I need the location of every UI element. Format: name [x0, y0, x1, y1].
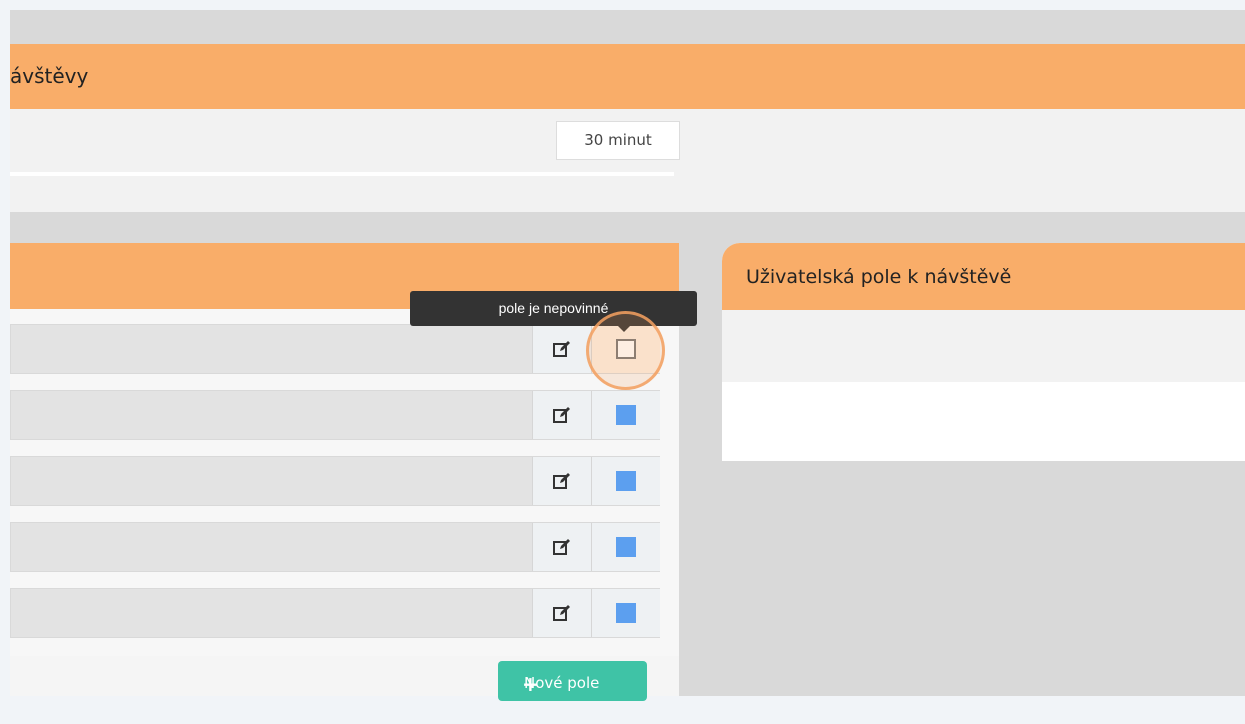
- visit-user-fields-header: Uživatelská pole k návštěvě: [722, 243, 1245, 310]
- visit-duration-field[interactable]: 30 minut: [556, 121, 680, 160]
- checkbox-checked-icon: [616, 471, 636, 491]
- edit-field-button[interactable]: [532, 457, 591, 505]
- edit-field-button[interactable]: [532, 391, 591, 439]
- edit-icon: [553, 407, 570, 423]
- visit-settings-title: ávštěvy: [10, 64, 89, 88]
- edit-field-button[interactable]: [532, 589, 591, 637]
- field-row: [10, 456, 660, 506]
- new-field-button[interactable]: + Nové pole: [498, 661, 647, 701]
- required-toggle[interactable]: [591, 391, 660, 439]
- divider: [10, 172, 674, 176]
- edit-field-button[interactable]: [532, 325, 591, 373]
- visit-user-fields-panel: Uživatelská pole k návštěvě: [722, 243, 1245, 461]
- required-toggle[interactable]: [591, 457, 660, 505]
- required-toggle[interactable]: [591, 589, 660, 637]
- required-toggle[interactable]: [591, 325, 660, 373]
- edit-icon: [553, 473, 570, 489]
- visit-settings-header: ávštěvy: [10, 44, 1245, 109]
- edit-field-button[interactable]: [532, 523, 591, 571]
- tooltip-arrow: [617, 325, 631, 332]
- edit-icon: [553, 605, 570, 621]
- field-row: [10, 324, 660, 374]
- visit-settings-panel: ávštěvy 30 minut: [10, 44, 1245, 212]
- tooltip: pole je nepovinné: [410, 291, 697, 326]
- visit-user-fields-title: Uživatelská pole k návštěvě: [746, 266, 1012, 288]
- required-toggle[interactable]: [591, 523, 660, 571]
- checkbox-checked-icon: [616, 405, 636, 425]
- checkbox-empty-icon: [616, 339, 636, 359]
- plus-icon: +: [522, 672, 539, 696]
- field-row: [10, 522, 660, 572]
- checkbox-checked-icon: [616, 603, 636, 623]
- edit-icon: [553, 341, 570, 357]
- field-row: [10, 588, 660, 638]
- edit-icon: [553, 539, 570, 555]
- field-row: [10, 390, 660, 440]
- visit-user-fields-row: [722, 310, 1245, 382]
- app-viewport: ávštěvy 30 minut Uživatelská pole k návš…: [10, 10, 1245, 696]
- checkbox-checked-icon: [616, 537, 636, 557]
